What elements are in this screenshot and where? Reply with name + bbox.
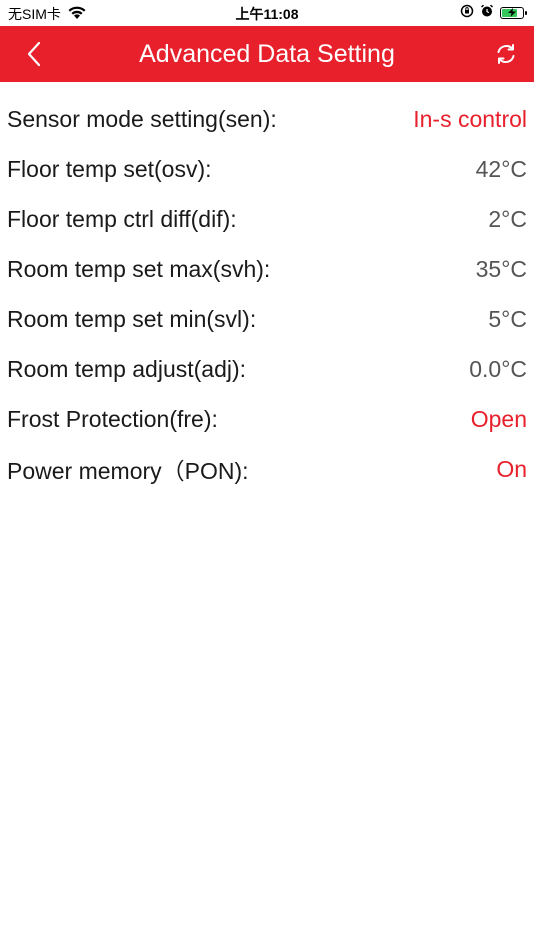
setting-value: 5°C xyxy=(488,305,527,332)
nav-bar: Advanced Data Setting xyxy=(0,26,534,82)
refresh-icon xyxy=(497,44,515,64)
setting-value: 42°C xyxy=(475,155,527,182)
setting-row-sensor-mode[interactable]: Sensor mode setting(sen): In-s control xyxy=(0,94,534,144)
status-bar: 无SIM卡 上午11:08 xyxy=(0,0,534,26)
setting-value: 0.0°C xyxy=(469,355,527,382)
setting-label: Power memory（PON): xyxy=(7,458,249,484)
setting-value: 35°C xyxy=(475,255,527,282)
status-right xyxy=(460,4,527,21)
setting-row-room-temp-max[interactable]: Room temp set max(svh): 35°C xyxy=(0,244,534,294)
setting-row-floor-temp-diff[interactable]: Floor temp ctrl diff(dif): 2°C xyxy=(0,194,534,244)
setting-value: Open xyxy=(470,405,527,432)
refresh-button[interactable] xyxy=(490,38,522,70)
battery-icon xyxy=(500,6,527,19)
setting-value: In-s control xyxy=(413,105,527,132)
page-title: Advanced Data Setting xyxy=(139,40,395,68)
setting-label: Frost Protection(fre): xyxy=(7,405,218,432)
setting-row-room-temp-adjust[interactable]: Room temp adjust(adj): 0.0°C xyxy=(0,344,534,394)
setting-label: Room temp set min(svl): xyxy=(7,305,257,332)
setting-label: Sensor mode setting(sen): xyxy=(7,105,277,132)
setting-row-floor-temp[interactable]: Floor temp set(osv): 42°C xyxy=(0,144,534,194)
setting-row-power-memory[interactable]: Power memory（PON): On xyxy=(0,444,534,494)
orientation-lock-icon xyxy=(460,4,474,21)
setting-row-room-temp-min[interactable]: Room temp set min(svl): 5°C xyxy=(0,294,534,344)
status-time: 上午11:08 xyxy=(235,6,299,22)
setting-value: On xyxy=(496,455,527,482)
setting-value: 2°C xyxy=(488,205,527,232)
setting-label: Room temp set max(svh): xyxy=(7,255,271,282)
setting-label: Room temp adjust(adj): xyxy=(7,355,247,382)
setting-row-frost-protection[interactable]: Frost Protection(fre): Open xyxy=(0,394,534,444)
setting-label: Floor temp set(osv): xyxy=(7,155,212,182)
alarm-icon xyxy=(480,4,494,21)
settings-list: Sensor mode setting(sen): In-s control F… xyxy=(0,82,534,494)
setting-label: Floor temp ctrl diff(dif): xyxy=(7,205,237,232)
